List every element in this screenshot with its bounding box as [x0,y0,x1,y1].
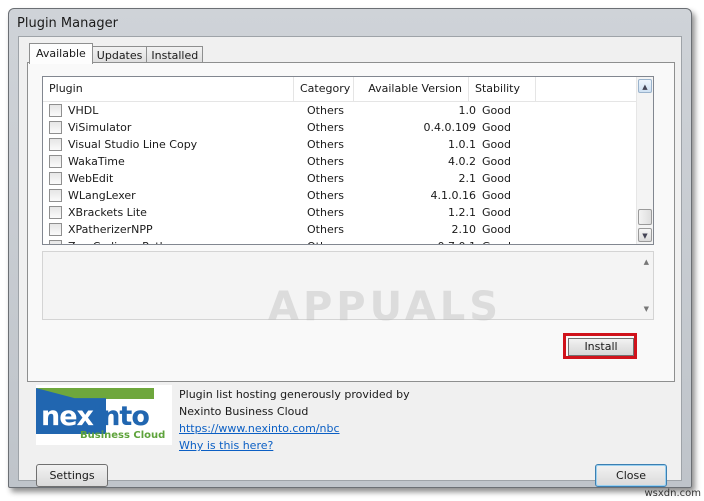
plugin-checkbox[interactable] [49,206,62,219]
tab-available[interactable]: Available [29,43,93,64]
logo-tagline: Business Cloud [80,430,166,441]
plugin-version: 2.10 [451,223,477,236]
plugin-stability: Good [482,155,511,168]
plugin-description-box[interactable]: ▲ ▼ [42,251,654,320]
nexinto-logo: nexinto Business Cloud [36,385,172,445]
window-title: Plugin Manager [17,16,118,31]
plugin-name: WakaTime [68,155,125,168]
plugin-row[interactable]: XBrackets Lite Others 1.2.1 Good [43,204,637,221]
plugin-name: XBrackets Lite [68,206,147,219]
plugin-category: Others [307,223,344,236]
plugin-stability: Good [482,240,542,244]
plugin-manager-window: Plugin Manager Available Updates Install… [8,8,692,488]
plugin-checkbox[interactable] [49,172,62,185]
plugin-row[interactable]: XPatherizerNPP Others 2.10 Good [43,221,637,238]
column-header-stability[interactable]: Stability [469,77,536,101]
scroll-up-arrow-icon[interactable]: ▲ [638,79,652,93]
plugin-version: 0.7.0.1 [367,240,482,244]
plugin-version: 4.1.0.16 [430,189,476,202]
plugin-stability: Good [482,223,511,236]
column-header-version[interactable]: Available Version [354,77,469,101]
plugin-category: Others [307,155,344,168]
plugin-category: Others [307,104,344,117]
plugin-list-header: Plugin Category Available Version Stabil… [43,77,637,102]
close-button[interactable]: Close [595,464,667,487]
plugin-row[interactable]: WakaTime Others 4.0.2 Good [43,153,637,170]
available-tab-panel: Plugin Category Available Version Stabil… [27,62,675,382]
hosting-line1: Plugin list hosting generously provided … [179,388,410,401]
plugin-row[interactable]: Visual Studio Line Copy Others 1.0.1 Good [43,136,637,153]
why-is-this-here-link[interactable]: Why is this here? [179,437,410,454]
plugin-list-scrollbar[interactable]: ▲ ▼ [636,77,653,244]
plugin-row[interactable]: WebEdit Others 2.1 Good [43,170,637,187]
plugin-name: Visual Studio Line Copy [68,138,198,151]
plugin-stability: Good [482,189,511,202]
hosting-line2: Nexinto Business Cloud [179,405,309,418]
desc-scroll-up-icon[interactable]: ▲ [644,258,649,266]
tab-strip: Available Updates Installed [29,43,204,64]
hosting-info: Plugin list hosting generously provided … [179,386,410,454]
plugin-name: WebEdit [68,172,114,185]
logo-word-part2: into [92,401,150,432]
scroll-thumb[interactable] [638,209,652,225]
plugin-rows: VHDL Others 1.0 Good ViSimulator Others 0.4.0.… [43,102,637,244]
plugin-row[interactable]: Zen Coding - PythonOthers0.7.0.1Good [43,238,637,244]
plugin-checkbox[interactable] [49,138,62,151]
plugin-stability: Good [482,104,511,117]
scroll-down-arrow-icon[interactable]: ▼ [638,228,652,242]
plugin-stability: Good [482,206,511,219]
plugin-checkbox[interactable] [49,155,62,168]
plugin-name: XPatherizerNPP [68,223,153,236]
plugin-checkbox[interactable] [49,240,62,244]
plugin-checkbox[interactable] [49,121,62,134]
plugin-version: 0.4.0.109 [423,121,476,134]
plugin-category: Others [307,121,344,134]
plugin-name: WLangLexer [68,189,136,202]
plugin-checkbox[interactable] [49,223,62,236]
plugin-category: Others [307,138,344,151]
plugin-category: Others [307,206,344,219]
plugin-stability: Good [482,138,511,151]
plugin-stability: Good [482,121,511,134]
plugin-checkbox[interactable] [49,189,62,202]
plugin-row[interactable]: ViSimulator Others 0.4.0.109 Good [43,119,637,136]
logo-wordmark: nexinto [41,401,150,432]
plugin-row[interactable]: WLangLexer Others 4.1.0.16 Good [43,187,637,204]
plugin-category: Others [307,189,344,202]
plugin-checkbox[interactable] [49,104,62,117]
plugin-category: Others [307,172,344,185]
column-header-plugin[interactable]: Plugin [43,77,294,101]
settings-button[interactable]: Settings [36,464,108,487]
column-header-category[interactable]: Category [294,77,354,101]
plugin-name: ViSimulator [68,121,132,134]
desc-scroll-down-icon[interactable]: ▼ [644,305,649,313]
plugin-name: Zen Coding - Python [68,240,301,244]
plugin-version: 4.0.2 [448,155,476,168]
plugin-stability: Good [482,172,511,185]
plugin-list[interactable]: Plugin Category Available Version Stabil… [42,76,654,245]
install-highlight-box: Install [563,333,637,359]
nexinto-link[interactable]: https://www.nexinto.com/nbc [179,420,410,437]
install-button[interactable]: Install [568,338,634,356]
corner-watermark: wsxdn.com [644,488,701,499]
plugin-version: 1.0.1 [448,138,476,151]
logo-word-part1: nex [41,401,94,432]
plugin-version: 1.2.1 [448,206,476,219]
plugin-version: 1.0 [458,104,477,117]
plugin-category: Others [301,240,367,244]
plugin-version: 2.1 [458,172,477,185]
plugin-name: VHDL [68,104,99,117]
dialog-client-area: Available Updates Installed Plugin Categ… [18,36,682,487]
plugin-row[interactable]: VHDL Others 1.0 Good [43,102,637,119]
